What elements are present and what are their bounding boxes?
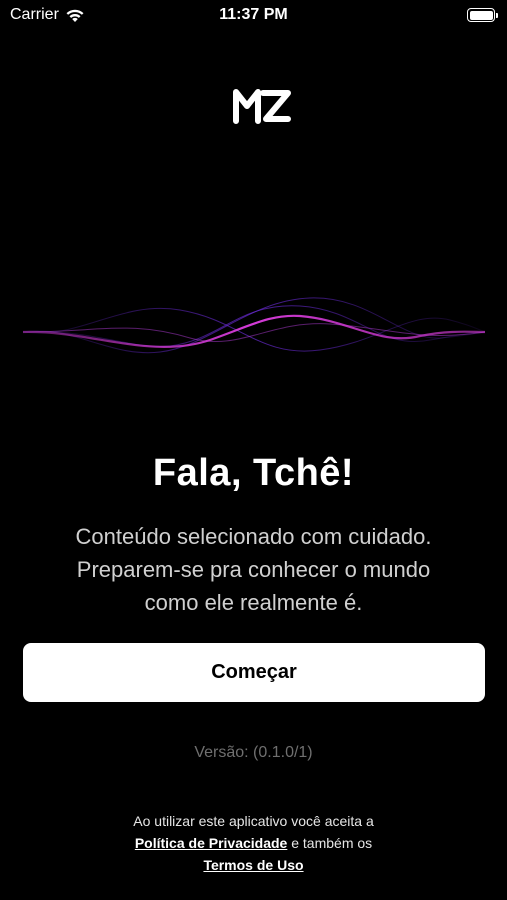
start-button-label: Começar	[211, 661, 297, 683]
legal-notice: Ao utilizar este aplicativo você aceita …	[0, 810, 507, 876]
status-time: 11:37 PM	[219, 6, 288, 23]
legal-middle: e também os	[291, 835, 373, 851]
welcome-title: Fala, Tchê!	[152, 452, 355, 494]
legal-prefix: Ao utilizar este aplicativo você aceita …	[133, 813, 374, 829]
description-line: como ele realmente é.	[144, 590, 363, 615]
status-bar: Carrier 11:37 PM	[0, 0, 507, 32]
welcome-description: Conteúdo selecionado com cuidado. Prepar…	[40, 520, 467, 619]
voice-wave-graphic	[22, 297, 486, 354]
mz-logo	[233, 89, 291, 124]
start-button[interactable]: Começar	[23, 643, 485, 702]
description-line: Preparem-se pra conhecer o mundo	[76, 557, 431, 582]
privacy-policy-link[interactable]: Política de Privacidade	[135, 835, 288, 851]
description-line: Conteúdo selecionado com cuidado.	[75, 524, 432, 549]
terms-of-use-link[interactable]: Termos de Uso	[203, 857, 303, 873]
version-label: Versão: (0.1.0/1)	[194, 744, 313, 761]
battery-icon	[467, 8, 498, 22]
